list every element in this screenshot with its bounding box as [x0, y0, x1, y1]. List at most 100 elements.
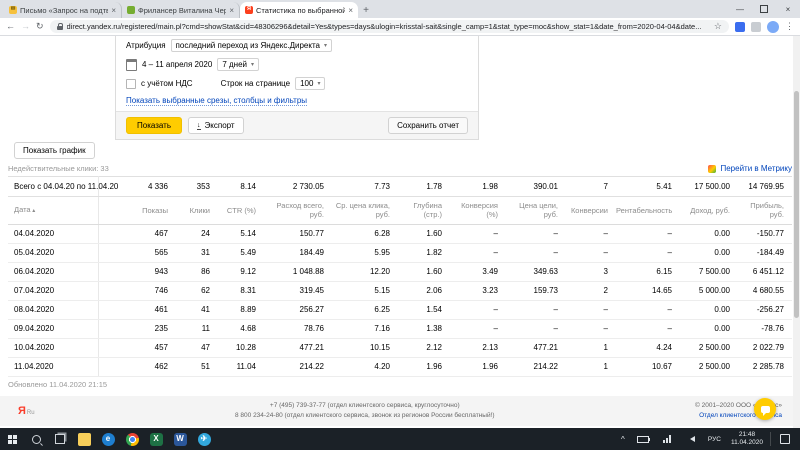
tab-title: Статистика по выбранной кам... — [256, 5, 346, 15]
tab-title: Фрилансер Виталина Черепан... — [138, 5, 227, 15]
customize-report-link[interactable]: Показать выбранные срезы, столбцы и филь… — [126, 96, 308, 106]
tray-separator — [770, 432, 771, 446]
rows-per-page-select[interactable]: 100 ▾ — [295, 77, 326, 90]
vat-label: с учётом НДС — [141, 79, 193, 88]
task-view-icon — [55, 434, 65, 444]
value-cell: 5 000.00 — [680, 281, 738, 301]
word-icon: W — [173, 432, 187, 446]
value-cell: – — [616, 224, 680, 244]
scrollbar-thumb[interactable] — [794, 90, 799, 319]
value-cell: 0.00 — [680, 300, 738, 320]
column-header[interactable]: Показы — [98, 196, 176, 225]
value-cell: -256.27 — [738, 300, 792, 320]
network-button[interactable] — [655, 428, 679, 450]
column-header[interactable]: Прибыль, руб. — [738, 196, 792, 225]
show-button[interactable]: Показать — [126, 117, 183, 134]
value-cell: 1.38 — [398, 319, 450, 339]
action-center-button[interactable] — [773, 428, 797, 450]
support-chat-button[interactable] — [754, 398, 776, 420]
taskbar-clock[interactable]: 21:48 11.04.2020 — [726, 431, 768, 447]
taskbar-app-button[interactable] — [120, 428, 144, 450]
extensions-menu-icon[interactable] — [751, 21, 761, 32]
tab-strip: ✉Письмо «Запрос на подтвер...×Фрилансер … — [0, 0, 800, 18]
language-indicator[interactable]: РУС — [703, 436, 726, 443]
column-header[interactable]: Дата ▴ — [8, 196, 99, 225]
column-header[interactable]: CTR (%) — [218, 196, 264, 225]
extension-icon[interactable] — [735, 21, 745, 32]
column-header[interactable]: Расход всего, руб. — [264, 196, 332, 225]
value-cell: 184.49 — [264, 243, 332, 263]
table-row: 07.04.2020 746 62 8.31 319.45 5.15 2.06 3.23 159… — [8, 281, 792, 301]
browser-menu-icon[interactable]: ⋮ — [785, 21, 794, 32]
battery-button[interactable] — [631, 428, 655, 450]
window-minimize-button[interactable]: — — [728, 0, 752, 18]
window-maximize-button[interactable] — [752, 0, 776, 18]
taskbar-app-button[interactable]: W — [168, 428, 192, 450]
column-header[interactable]: Конверсия (%) — [450, 196, 506, 225]
tray-expand-icon[interactable]: ^ — [615, 428, 631, 450]
summary-value: 14 769.95 — [738, 176, 792, 197]
value-cell: 565 — [98, 243, 176, 263]
back-button[interactable]: ← — [6, 22, 15, 31]
date-cell: 07.04.2020 — [8, 281, 99, 301]
value-cell: 2 500.00 — [680, 338, 738, 358]
forward-button[interactable]: → — [21, 22, 30, 31]
value-cell: 1 048.88 — [264, 262, 332, 282]
yandex-logo: ЯRu — [18, 405, 35, 417]
value-cell: -150.77 — [738, 224, 792, 244]
profile-avatar[interactable] — [767, 20, 779, 33]
browser-tab[interactable]: ЯСтатистика по выбранной кам...× — [240, 2, 358, 18]
column-header[interactable]: Глубина (стр.) — [398, 196, 450, 225]
vat-checkbox[interactable] — [126, 78, 136, 89]
column-header[interactable]: Конверсии — [566, 196, 616, 225]
lock-icon — [56, 23, 63, 30]
value-cell: 214.22 — [506, 357, 566, 377]
save-report-button[interactable]: Сохранить отчет — [388, 117, 468, 134]
column-header[interactable]: Цена цели, руб. — [506, 196, 566, 225]
value-cell: 462 — [98, 357, 176, 377]
tab-close-icon[interactable]: × — [348, 6, 353, 15]
new-tab-button[interactable]: + — [358, 2, 374, 18]
page-scrollbar[interactable] — [793, 36, 800, 428]
column-header[interactable]: Рентабельность — [616, 196, 680, 225]
start-button[interactable] — [0, 428, 24, 450]
column-header[interactable]: Ср. цена клика, руб. — [332, 196, 398, 225]
taskbar-app-button[interactable]: e — [96, 428, 120, 450]
export-button[interactable]: ↓ Экспорт — [188, 117, 244, 134]
column-header[interactable]: Доход, руб. — [680, 196, 738, 225]
browser-tab[interactable]: ✉Письмо «Запрос на подтвер...× — [4, 2, 122, 18]
taskbar-app-button[interactable] — [72, 428, 96, 450]
table-row: 06.04.2020 943 86 9.12 1 048.88 12.20 1.60 3.49… — [8, 262, 792, 282]
browser-tab[interactable]: Фрилансер Виталина Черепан...× — [122, 2, 240, 18]
task-view-button[interactable] — [48, 428, 72, 450]
volume-button[interactable] — [679, 428, 703, 450]
value-cell: 256.27 — [264, 300, 332, 320]
value-cell: 5.95 — [332, 243, 398, 263]
value-cell: 1.96 — [450, 357, 506, 377]
volume-icon — [687, 436, 695, 442]
value-cell: – — [616, 243, 680, 263]
system-tray: ^ РУС 21:48 11.04.2020 — [615, 428, 800, 450]
column-header[interactable]: Клики — [176, 196, 218, 225]
bookmark-star-icon[interactable]: ☆ — [714, 22, 722, 31]
show-chart-button[interactable]: Показать график — [14, 142, 95, 159]
value-cell: 4 680.55 — [738, 281, 792, 301]
taskbar-app-button[interactable]: ✈ — [192, 428, 216, 450]
tab-close-icon[interactable]: × — [229, 6, 234, 15]
windows-logo-icon — [7, 434, 17, 444]
period-select[interactable]: 7 дней ▾ — [217, 58, 260, 71]
taskbar-app-button[interactable]: X — [144, 428, 168, 450]
date-range[interactable]: 4 – 11 апреля 2020 — [142, 60, 212, 69]
taskbar-search-button[interactable] — [24, 428, 48, 450]
reload-button[interactable]: ↻ — [36, 22, 44, 31]
value-cell: 12.20 — [332, 262, 398, 282]
address-bar[interactable]: direct.yandex.ru/registered/main.pl?cmd=… — [49, 20, 729, 33]
tab-close-icon[interactable]: × — [111, 6, 116, 15]
value-cell: 86 — [176, 262, 218, 282]
metrika-link[interactable]: Перейти в Метрику — [720, 164, 792, 173]
window-close-button[interactable]: × — [776, 0, 800, 18]
attribution-select[interactable]: последний переход из Яндекс.Директа ▾ — [170, 39, 332, 52]
filter-actions: Показать ↓ Экспорт Сохранить отчет — [116, 111, 478, 139]
fl-ru-favicon — [127, 6, 135, 14]
download-icon: ↓ — [197, 121, 201, 130]
